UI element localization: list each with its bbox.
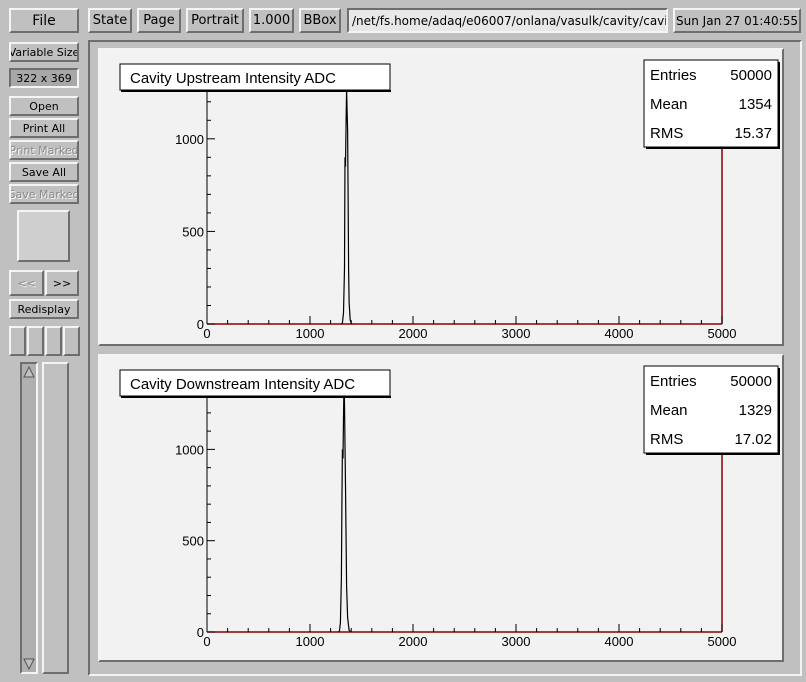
variable-size-button[interactable]: Variable Size [9,42,79,62]
pad-select-button-2[interactable] [27,326,44,356]
save-all-button[interactable]: Save All [9,162,79,182]
file-path-field[interactable]: /net/fs.home/adaq/e06007/onlana/vasulk/c… [347,8,668,33]
chart-title: Cavity Upstream Intensity ADC [130,70,336,87]
x-tick-label: 2000 [399,634,428,649]
x-tick-label: 5000 [708,326,737,341]
previous-button[interactable]: << [9,270,44,296]
x-tick-label: 3000 [502,326,531,341]
scrollbar-thumb[interactable] [42,362,69,674]
zoom-value-button[interactable]: 1.000 [249,8,294,33]
pad-select-button-4[interactable] [63,326,80,356]
print-marked-button[interactable]: Print Marked [9,140,79,160]
histogram-pad-downstream[interactable]: 0 1000 2000 3000 4000 5000 0 500 1000 Cavity Down… [98,354,784,662]
stats-value-mean: 1354 [739,96,772,113]
stats-label-entries: Entries [650,373,697,390]
file-menu-button[interactable]: File [9,8,79,33]
upstream-histogram-chart: 010002000300040005000050010001300Cavity … [119,59,780,341]
scroll-down-arrow-icon[interactable] [22,656,36,672]
open-button[interactable]: Open [9,96,79,116]
page-preview-thumbnail[interactable] [17,210,70,262]
stats-box: Entries 50000 Mean 1354 RMS 15.37 [643,59,780,149]
y-tick-label: 500 [182,534,204,549]
stats-label-rms: RMS [650,431,683,448]
x-tick-label: 3000 [502,634,531,649]
x-tick-label: 1000 [296,634,325,649]
pad-select-button-3[interactable] [45,326,62,356]
x-tick-label: 1000 [296,326,325,341]
x-tick-label: 5000 [708,634,737,649]
bbox-button[interactable]: BBox [299,8,341,33]
stats-label-mean: Mean [650,96,688,113]
print-all-button[interactable]: Print All [9,118,79,138]
canvas-size-display: 322 x 369 [9,68,79,88]
downstream-histogram-chart: 0 1000 2000 3000 4000 500005001000Cavity Down… [119,365,780,649]
stats-value-rms: 15.37 [734,125,772,142]
portrait-button[interactable]: Portrait [186,8,244,33]
y-tick-label: 500 [182,224,204,239]
stats-value-rms: 17.02 [734,431,772,448]
pad-select-button-1[interactable] [9,326,26,356]
state-button[interactable]: State [88,8,132,33]
redisplay-button[interactable]: Redisplay [9,299,79,319]
histogram-pad-upstream[interactable]: 010002000300040005000050010001300Cavity … [98,48,784,346]
save-marked-button[interactable]: Save Marked [9,184,79,204]
stats-label-rms: RMS [650,125,683,142]
histogram-line [340,88,353,325]
page-button[interactable]: Page [137,8,181,33]
stats-label-entries: Entries [650,67,697,84]
stats-label-mean: Mean [650,402,688,419]
chart-title-box: Cavity Upstream Intensity ADC [119,63,391,92]
histogram-line [337,383,352,633]
y-tick-label: 1000 [175,132,204,147]
y-tick-label: 0 [197,625,204,640]
vertical-scrollbar[interactable] [20,362,38,674]
stats-value-entries: 50000 [730,67,772,84]
x-tick-label: 4000 [605,326,634,341]
scroll-up-arrow-icon[interactable] [22,364,36,380]
x-tick-label: 2000 [399,326,428,341]
stats-value-entries: 50000 [730,373,772,390]
y-tick-label: 0 [197,317,204,332]
stats-box: Entries 50000 Mean 1329 RMS 17.02 [643,365,780,455]
next-button[interactable]: >> [45,270,79,296]
chart-title: Cavity Downstream Intensity ADC [130,376,355,393]
stats-value-mean: 1329 [739,402,772,419]
x-tick-label: 0 [203,634,210,649]
x-tick-label: 0 [203,326,210,341]
chart-title-box: Cavity Downstream Intensity ADC [119,369,391,398]
x-tick-label: 4000 [605,634,634,649]
datetime-display: Sun Jan 27 01:40:55 [673,8,801,33]
canvas-area: 010002000300040005000050010001300Cavity … [88,40,802,676]
y-tick-label: 1000 [175,442,204,457]
